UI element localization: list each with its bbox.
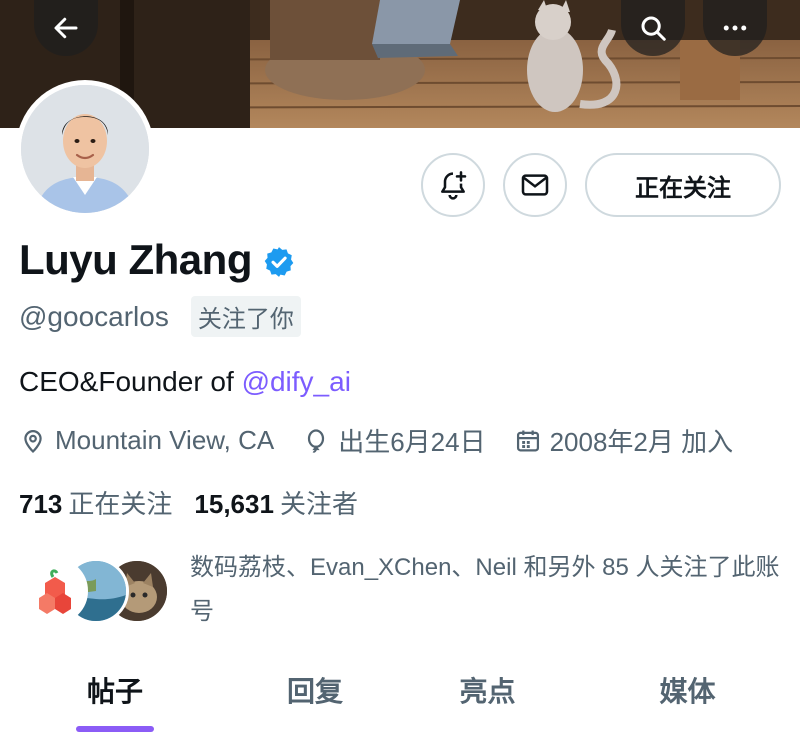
mail-icon	[521, 174, 549, 196]
joined-text: 2008年2月 加入	[549, 427, 734, 457]
tab-replies[interactable]: 回复	[230, 660, 400, 740]
arrow-left-icon	[54, 17, 78, 39]
lychee-logo-icon	[25, 561, 85, 621]
location-item: Mountain View, CA	[19, 425, 274, 456]
follows-you-badge: 关注了你	[190, 296, 301, 337]
profile-meta: Mountain View, CA 出生6月24日 2008年2月 加入	[19, 422, 761, 459]
followers-label: 关注者	[279, 489, 358, 519]
follower-avatar	[22, 558, 88, 624]
followers-count: 15,631	[194, 489, 274, 519]
profile-name-row: Luyu Zhang	[19, 236, 296, 284]
search-icon	[641, 16, 666, 41]
followers-stat-link[interactable]: 15,631 关注者	[194, 484, 358, 521]
tab-media[interactable]: 媒体	[575, 660, 800, 740]
tab-highlights[interactable]: 亮点	[400, 660, 575, 740]
calendar-icon	[516, 430, 539, 451]
follow-stats: 713 正在关注 15,631 关注者	[19, 484, 380, 521]
bell-plus-icon	[441, 171, 467, 200]
profile-handle: @goocarlos	[19, 300, 169, 332]
more-horizontal-icon	[723, 25, 747, 31]
active-tab-indicator	[76, 726, 154, 732]
following-count: 713	[19, 489, 63, 519]
avatar[interactable]	[16, 80, 154, 218]
balloon-icon	[308, 428, 325, 453]
bio-text: CEO&Founder of	[19, 366, 242, 397]
joined-item: 2008年2月 加入	[514, 422, 734, 459]
following-label: 正在关注	[68, 489, 173, 519]
location-pin-icon	[24, 429, 42, 453]
verified-badge-icon[interactable]	[262, 245, 296, 279]
birthday-item: 出生6月24日	[302, 422, 486, 459]
followed-by-text: 数码荔枝、Evan_XChen、Neil 和另外 85 人关注了此账号	[190, 554, 780, 625]
notify-button[interactable]	[421, 153, 485, 217]
following-stat-link[interactable]: 713 正在关注	[19, 484, 172, 521]
following-button[interactable]: 正在关注	[585, 153, 781, 217]
bio-mention-link[interactable]: @dify_ai	[242, 366, 351, 397]
birthday-text: 出生6月24日	[338, 427, 486, 457]
location-text: Mountain View, CA	[55, 425, 275, 455]
profile-bio: CEO&Founder of @dify_ai	[19, 366, 351, 398]
profile-name: Luyu Zhang	[19, 236, 252, 283]
message-button[interactable]	[503, 153, 567, 217]
handle-row: @goocarlos 关注了你	[19, 296, 301, 337]
avatar-image	[21, 85, 149, 213]
